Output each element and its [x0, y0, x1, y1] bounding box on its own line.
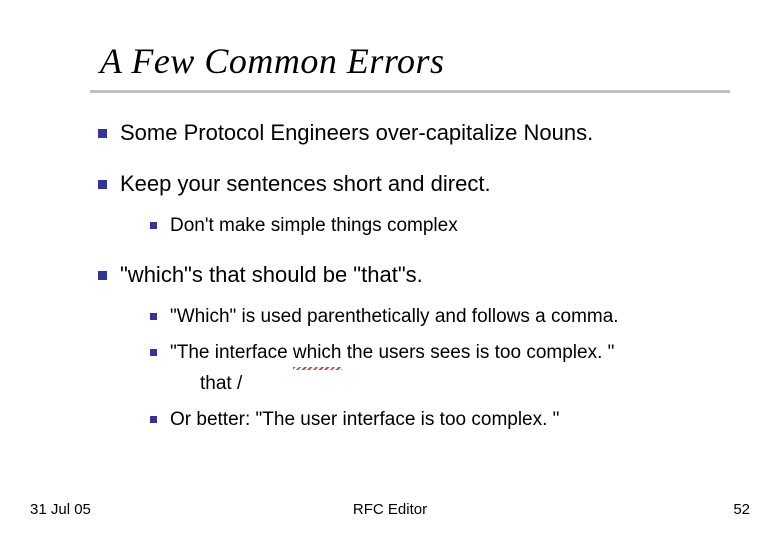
- item-text: Keep your sentences short and direct.: [120, 171, 491, 196]
- title-underline: [90, 90, 730, 93]
- bullet-list: Some Protocol Engineers over-capitalize …: [90, 118, 720, 435]
- item-text: "which"s that should be "that"s.: [120, 262, 423, 287]
- slide: A Few Common Errors Some Protocol Engine…: [0, 0, 780, 540]
- slide-title: A Few Common Errors: [100, 40, 720, 82]
- item-text: Or better: "The user interface is too co…: [170, 409, 559, 430]
- footer-center: RFC Editor: [353, 501, 427, 518]
- footer: 31 Jul 05 RFC Editor 52: [30, 501, 750, 518]
- footer-date: 31 Jul 05: [30, 501, 91, 518]
- sub-list: "Which" is used parenthetically and foll…: [120, 303, 720, 435]
- sub-list: Don't make simple things complex: [120, 212, 720, 241]
- list-item: Don't make simple things complex: [170, 212, 720, 241]
- item-text-after: the users sees is too complex. ": [342, 342, 615, 363]
- list-item: "Which" is used parenthetically and foll…: [170, 303, 720, 332]
- list-item: "which"s that should be "that"s. "Which"…: [120, 260, 720, 435]
- item-text: Some Protocol Engineers over-capitalize …: [120, 120, 593, 145]
- list-item: Keep your sentences short and direct. Do…: [120, 169, 720, 240]
- list-item: Or better: "The user interface is too co…: [170, 406, 720, 435]
- list-item: "The interface which the users sees is t…: [170, 339, 720, 398]
- list-item: Some Protocol Engineers over-capitalize …: [120, 118, 720, 149]
- footer-page-number: 52: [733, 501, 750, 518]
- squiggle-word: which: [293, 339, 342, 368]
- item-text-before: "The interface: [170, 342, 293, 363]
- item-text: Don't make simple things complex: [170, 215, 458, 236]
- correction-text: that /: [200, 370, 720, 399]
- item-text: "Which" is used parenthetically and foll…: [170, 306, 619, 327]
